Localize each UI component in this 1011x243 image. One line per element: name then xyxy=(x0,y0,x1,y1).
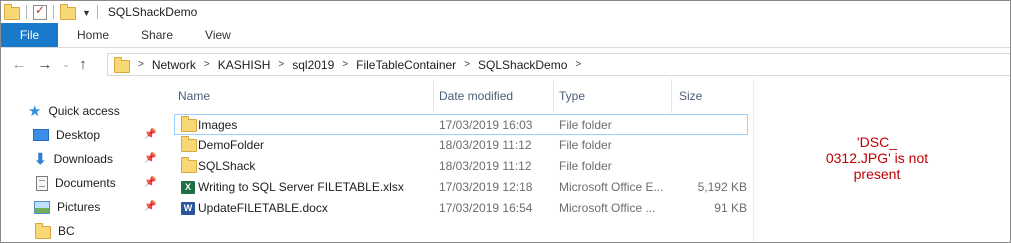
file-name: UpdateFILETABLE.docx xyxy=(198,201,328,215)
navigation-pane: ★ Quick access Desktop 📌 ⬇ Downloads 📌 D… xyxy=(1,97,161,242)
table-row[interactable]: W UpdateFILETABLE.docx 17/03/2019 16:54 … xyxy=(175,198,747,218)
file-date: 17/03/2019 16:03 xyxy=(439,118,533,132)
ribbon-tabs: File Home Share View xyxy=(1,23,1010,48)
sidebar-item-label: Documents xyxy=(55,176,116,190)
table-row[interactable]: Images 17/03/2019 16:03 File folder xyxy=(174,114,748,135)
properties-icon[interactable] xyxy=(33,3,47,20)
quick-access-toolbar: ▼ xyxy=(3,3,104,20)
pin-icon[interactable]: 📌 xyxy=(144,129,156,140)
pictures-icon xyxy=(34,200,50,214)
file-name: DemoFolder xyxy=(198,138,265,152)
column-header-type[interactable]: Type xyxy=(559,89,585,103)
window-title: SQLShackDemo xyxy=(107,5,198,19)
up-arrow-icon[interactable]: ↑ xyxy=(73,56,93,73)
chevron-right-icon[interactable]: > xyxy=(575,59,581,70)
word-icon: W xyxy=(181,202,195,215)
explorer-window: ▼ SQLShackDemo File Home Share View ← → … xyxy=(0,0,1011,243)
forward-arrow-icon[interactable]: → xyxy=(35,56,55,73)
address-bar[interactable]: > Network > KASHISH > sql2019 > FileTabl… xyxy=(107,53,1010,76)
toolbar-divider xyxy=(53,5,54,19)
pin-icon[interactable]: 📌 xyxy=(144,177,156,188)
folder-icon xyxy=(181,116,197,132)
toolbar-divider xyxy=(26,5,27,19)
file-size: 91 KB xyxy=(714,201,747,215)
breadcrumb-sqlshackdemo[interactable]: SQLShackDemo xyxy=(478,58,567,72)
documents-icon xyxy=(36,175,48,191)
folder-icon[interactable] xyxy=(4,4,20,20)
tab-share[interactable]: Share xyxy=(125,23,189,47)
download-icon: ⬇ xyxy=(34,150,47,168)
tab-home[interactable]: Home xyxy=(58,23,125,47)
pin-icon[interactable]: 📌 xyxy=(144,153,156,164)
chevron-right-icon[interactable]: > xyxy=(342,59,348,70)
column-headers: Name Date modified Type Size xyxy=(161,79,753,113)
annotation-line: 0312.JPG' is not xyxy=(825,150,929,166)
annotation-line: present xyxy=(853,166,901,182)
sidebar-item-label: Desktop xyxy=(56,128,101,142)
title-bar: ▼ SQLShackDemo xyxy=(1,1,1010,23)
folder-icon xyxy=(35,223,51,239)
excel-icon: X xyxy=(181,181,195,194)
file-list: Name Date modified Type Size Images 17/0… xyxy=(161,79,754,242)
sidebar-item-label: Downloads xyxy=(53,152,113,166)
file-date: 17/03/2019 16:54 xyxy=(439,201,533,215)
star-icon: ★ xyxy=(28,102,42,120)
file-date: 18/03/2019 11:12 xyxy=(439,138,532,152)
sidebar-item-label: Quick access xyxy=(48,104,120,118)
column-header-name[interactable]: Name xyxy=(178,89,210,103)
column-header-size[interactable]: Size xyxy=(679,89,702,103)
file-date: 18/03/2019 11:12 xyxy=(439,159,532,173)
chevron-right-icon[interactable]: > xyxy=(204,59,210,70)
breadcrumb-filetablecontainer[interactable]: FileTableContainer xyxy=(356,58,456,72)
file-type: File folder xyxy=(559,138,612,152)
breadcrumb-kashish[interactable]: KASHISH xyxy=(218,58,271,72)
file-type: File folder xyxy=(559,159,612,173)
navigation-bar: ← → ⌄ ↑ > Network > KASHISH > sql2019 > … xyxy=(1,51,1010,77)
file-size: 5,192 KB xyxy=(697,180,747,194)
chevron-right-icon[interactable]: > xyxy=(138,59,144,70)
desktop-icon xyxy=(33,129,49,141)
column-divider[interactable] xyxy=(671,79,672,113)
file-name: Images xyxy=(198,118,238,132)
table-row[interactable]: SQLShack 18/03/2019 11:12 File folder xyxy=(175,156,747,176)
file-name: Writing to SQL Server FILETABLE.xlsx xyxy=(198,180,404,194)
sidebar-item-downloads[interactable]: ⬇ Downloads xyxy=(34,149,113,169)
folder-icon xyxy=(181,157,197,173)
new-folder-icon[interactable] xyxy=(60,4,76,20)
tab-view[interactable]: View xyxy=(189,23,247,47)
chevron-right-icon[interactable]: > xyxy=(464,59,470,70)
file-name: SQLShack xyxy=(198,159,256,173)
sidebar-item-pictures[interactable]: Pictures xyxy=(34,197,100,217)
sidebar-item-label: BC xyxy=(58,224,75,238)
table-row[interactable]: X Writing to SQL Server FILETABLE.xlsx 1… xyxy=(175,177,747,197)
file-type: Microsoft Office E... xyxy=(559,180,664,194)
folder-icon xyxy=(181,136,197,152)
chevron-right-icon[interactable]: > xyxy=(278,59,284,70)
sidebar-item-label: Pictures xyxy=(57,200,101,214)
back-arrow-icon[interactable]: ← xyxy=(9,56,29,73)
column-divider[interactable] xyxy=(553,79,554,113)
customize-toolbar-icon[interactable]: ▼ xyxy=(82,8,91,18)
breadcrumb-network[interactable]: Network xyxy=(152,58,196,72)
breadcrumb-sql2019[interactable]: sql2019 xyxy=(292,58,334,72)
column-divider[interactable] xyxy=(433,79,434,113)
toolbar-divider xyxy=(96,5,98,19)
pin-icon[interactable]: 📌 xyxy=(144,201,156,212)
tab-file[interactable]: File xyxy=(1,23,58,47)
column-header-date[interactable]: Date modified xyxy=(439,89,513,103)
sidebar-item-desktop[interactable]: Desktop xyxy=(33,125,100,145)
file-date: 17/03/2019 12:18 xyxy=(439,180,533,194)
file-type: Microsoft Office ... xyxy=(559,201,656,215)
table-row[interactable]: DemoFolder 18/03/2019 11:12 File folder xyxy=(175,135,747,155)
sidebar-item-quick-access[interactable]: ★ Quick access xyxy=(28,101,120,121)
sidebar-item-documents[interactable]: Documents xyxy=(36,173,116,193)
recent-locations-icon[interactable]: ⌄ xyxy=(59,59,73,70)
sidebar-item-bc[interactable]: BC xyxy=(35,221,75,241)
folder-icon xyxy=(114,56,130,73)
annotation-line: 'DSC_ xyxy=(856,134,898,150)
annotation-note: 'DSC_ 0312.JPG' is not present xyxy=(807,134,947,182)
file-type: File folder xyxy=(559,118,612,132)
